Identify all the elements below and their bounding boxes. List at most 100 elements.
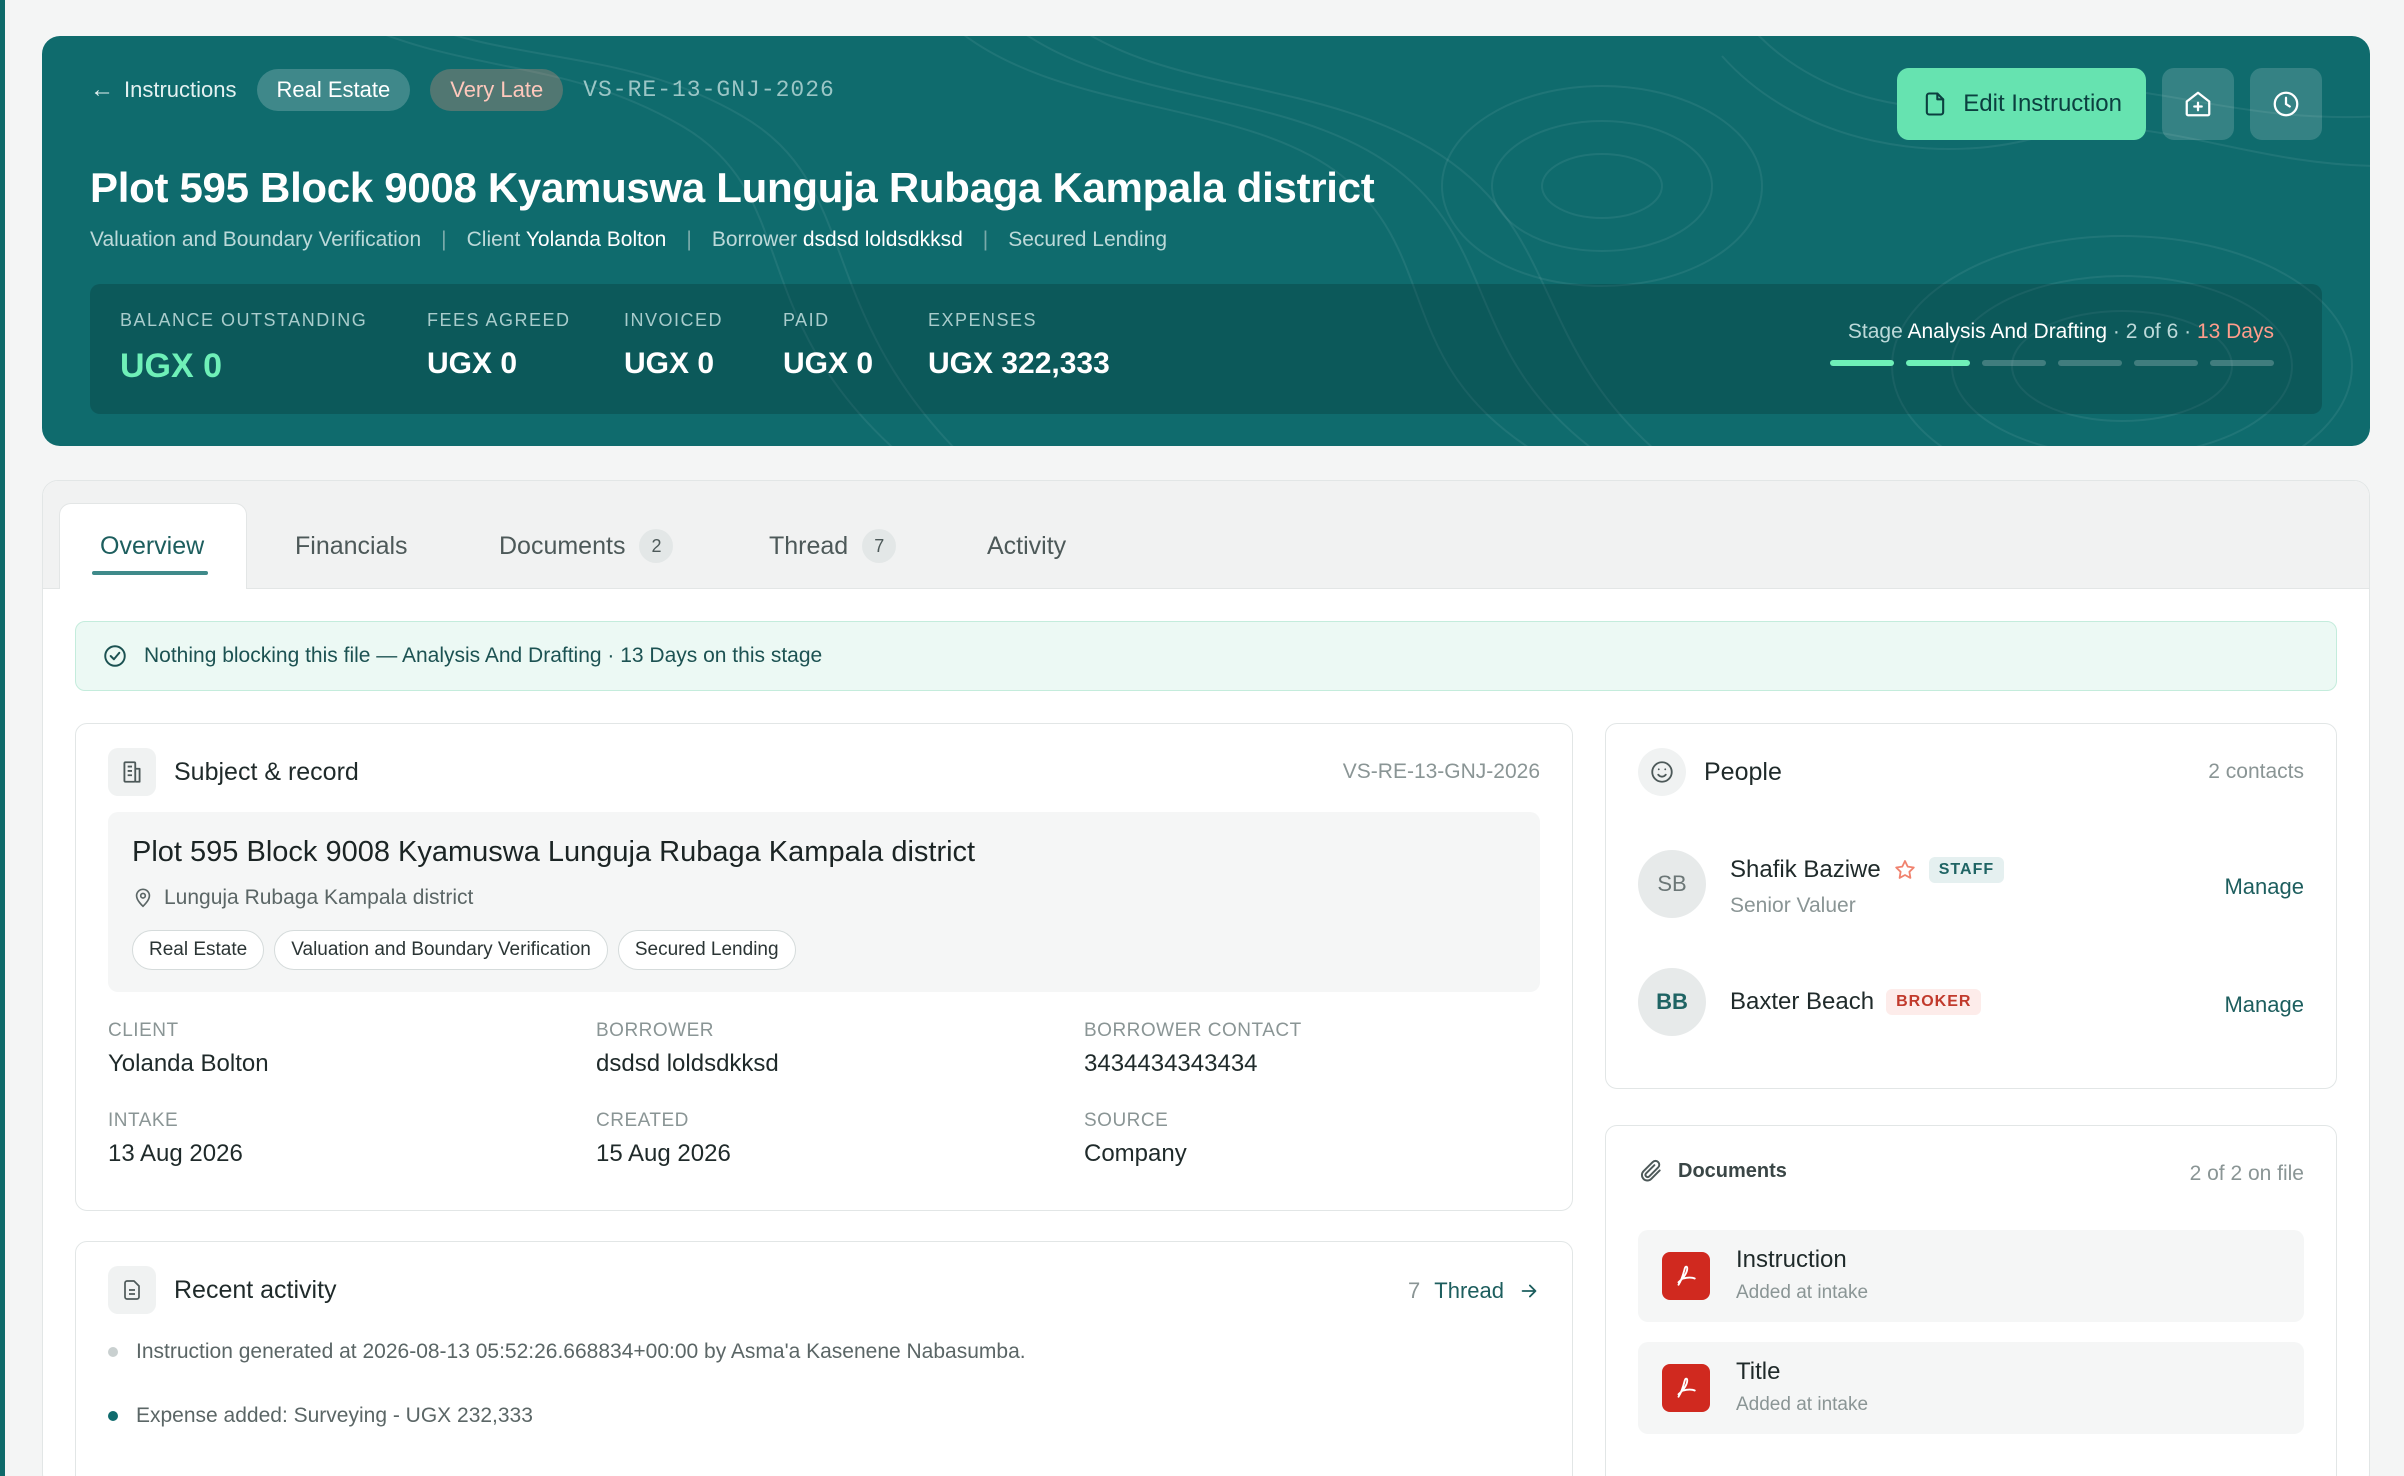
arrow-right-icon: [1521, 1284, 1537, 1298]
history-button[interactable]: [2250, 68, 2322, 140]
subject-tags: Real Estate Valuation and Boundary Verif…: [132, 930, 796, 970]
tab-financials[interactable]: Financials: [295, 503, 408, 589]
paperclip-icon: [1640, 1159, 1661, 1182]
field-value: Company: [1084, 1140, 1187, 1167]
reference-code: VS-RE-13-GNJ-2026: [583, 77, 835, 103]
card-title: Subject & record: [174, 757, 359, 786]
borrower-meta-label: Borrower: [711, 228, 798, 251]
tab-label: Overview: [100, 532, 205, 560]
thread-count: 7: [1408, 1278, 1421, 1303]
tab-label: Financials: [295, 531, 408, 560]
arrow-left-icon: ←: [90, 76, 114, 103]
timeline-dot: [108, 1347, 118, 1357]
tag: Real Estate: [132, 930, 265, 970]
recent-activity-card: Recent activity 7 Thread Instruction gen…: [75, 1241, 1573, 1476]
blocking-status-banner: Nothing blocking this file — Analysis An…: [75, 621, 2337, 691]
tab-count: 7: [862, 529, 897, 563]
stage-segment: [1982, 360, 2046, 366]
stat-value: UGX 0: [120, 347, 223, 385]
stage-prefix: Stage: [1847, 320, 1903, 343]
stage-progress: Stage Analysis And Drafting · 2 of 6 · 1…: [1830, 320, 2274, 366]
pdf-icon: [1662, 1252, 1710, 1300]
tag: Secured Lending: [617, 930, 796, 970]
people-count: 2 contacts: [2208, 760, 2304, 783]
tab-label: Thread: [769, 531, 849, 560]
person-role: Senior Valuer: [1730, 894, 1856, 917]
stat-label: INVOICED: [624, 310, 724, 330]
activity-item: Instruction generated at 2026-08-13 05:5…: [108, 1340, 1026, 1364]
manage-person-link[interactable]: Manage: [2224, 992, 2304, 1018]
separator: |: [982, 228, 989, 251]
view-thread-link[interactable]: 7 Thread: [1408, 1278, 1540, 1304]
stat-fees: FEES AGREED UGX 0: [427, 310, 571, 381]
card-header: Documents: [1638, 1158, 1787, 1184]
notice-strong: Nothing blocking this file: [144, 644, 371, 667]
tab-overview[interactable]: Overview: [59, 503, 248, 589]
stat-label: EXPENSES: [928, 310, 1038, 330]
star-icon[interactable]: [1893, 858, 1917, 882]
card-header: Recent activity: [108, 1266, 337, 1314]
field-value: 3434434343434: [1084, 1050, 1258, 1077]
map-pin-icon: [135, 888, 151, 908]
field-label: INTAKE: [108, 1110, 179, 1131]
building-icon: [108, 748, 156, 796]
status-pill: Very Late: [430, 69, 564, 111]
stat-label: PAID: [783, 310, 830, 330]
instruction-content: Overview Financials Documents 2 Thread 7…: [42, 480, 2370, 1476]
stat-label: BALANCE OUTSTANDING: [120, 310, 368, 330]
instruction-title: Plot 595 Block 9008 Kyamuswa Lunguja Rub…: [90, 164, 1375, 211]
stat-value: UGX 0: [624, 347, 715, 380]
stage-days: 13 Days: [2196, 320, 2274, 343]
people-card: People 2 contacts SB Shafik Baziwe STAFF…: [1605, 723, 2337, 1089]
tab-label: Activity: [987, 531, 1067, 560]
field-created: CREATED 15 Aug 2026: [596, 1110, 731, 1168]
tab-thread[interactable]: Thread 7: [769, 503, 897, 589]
tab-activity[interactable]: Activity: [987, 503, 1066, 589]
edit-instruction-button[interactable]: Edit Instruction: [1897, 68, 2146, 140]
activity-text: Instruction generated at 2026-08-13 05:5…: [136, 1340, 1026, 1363]
stage-segment: [1906, 360, 1970, 366]
tab-count: 2: [639, 529, 674, 563]
document-name: Title: [1736, 1358, 1781, 1385]
property-button[interactable]: [2162, 68, 2234, 140]
field-borrower-contact: BORROWER CONTACT 3434434343434: [1084, 1020, 1302, 1078]
type-pill: Real Estate: [256, 69, 411, 111]
left-rail: [0, 0, 5, 1476]
stat-paid: PAID UGX 0: [783, 310, 873, 381]
stage-text: Stage Analysis And Drafting · 2 of 6 · 1…: [1830, 320, 2274, 344]
field-label: BORROWER: [596, 1020, 714, 1041]
tab-label: Documents: [499, 531, 626, 560]
separator: |: [686, 228, 692, 251]
field-value: 15 Aug 2026: [596, 1140, 731, 1167]
card-title: Documents: [1678, 1159, 1787, 1182]
stat-value: UGX 0: [783, 347, 874, 380]
thread-link-label: Thread: [1434, 1278, 1504, 1303]
document-row[interactable]: Title Added at intake: [1638, 1342, 2304, 1434]
instruction-meta: Valuation and Boundary Verification | Cl…: [90, 228, 1167, 252]
document-row[interactable]: Instruction Added at intake: [1638, 1230, 2304, 1322]
subject-title: Plot 595 Block 9008 Kyamuswa Lunguja Rub…: [132, 836, 976, 868]
tab-documents[interactable]: Documents 2: [499, 503, 674, 589]
separator: |: [441, 228, 447, 251]
field-label: CLIENT: [108, 1020, 179, 1041]
card-title: People: [1704, 757, 1782, 786]
stage-segment: [2134, 360, 2198, 366]
manage-person-link[interactable]: Manage: [2224, 874, 2304, 900]
stat-value: UGX 322,333: [928, 347, 1110, 380]
clock-icon: [2273, 91, 2299, 117]
tab-bar: Overview Financials Documents 2 Thread 7…: [43, 481, 2369, 589]
field-intake: INTAKE 13 Aug 2026: [108, 1110, 243, 1168]
field-label: CREATED: [596, 1110, 689, 1131]
document-name: Instruction: [1736, 1246, 1847, 1273]
role-badge: STAFF: [1928, 857, 2005, 883]
stage-segment: [2210, 360, 2274, 366]
financial-summary: BALANCE OUTSTANDING UGX 0 FEES AGREED UG…: [90, 284, 2322, 414]
back-to-instructions-link[interactable]: ← Instructions: [90, 76, 237, 104]
field-value: 13 Aug 2026: [108, 1140, 243, 1167]
stage-segment: [1830, 360, 1894, 366]
activity-text: Expense added: Surveying - UGX 232,333: [136, 1404, 533, 1427]
lending-purpose: Secured Lending: [1008, 228, 1168, 251]
subject-record-card: Subject & record VS-RE-13-GNJ-2026 Plot …: [75, 723, 1573, 1211]
borrower-meta-value: dsdsd loldsdkksd: [802, 228, 963, 251]
stat-invoiced: INVOICED UGX 0: [624, 310, 723, 381]
